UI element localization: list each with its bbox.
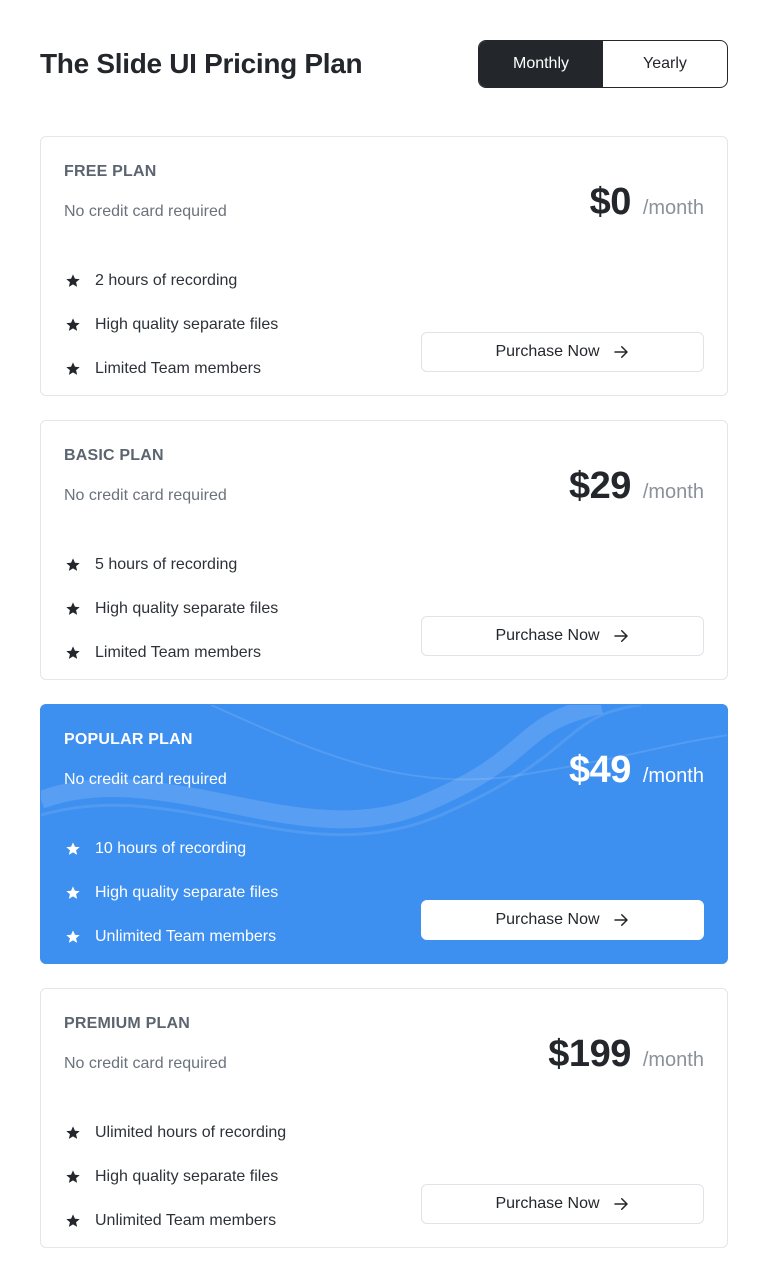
plan-name: FREE PLAN (64, 163, 157, 180)
plan-period: /month (642, 197, 704, 219)
feature-text: 10 hours of recording (95, 840, 247, 857)
star-icon (65, 1212, 83, 1230)
purchase-now-button[interactable]: Purchase Now (421, 1184, 704, 1224)
feature-text: Ulimited hours of recording (95, 1124, 287, 1141)
plan-name: POPULAR PLAN (64, 731, 193, 748)
feature-item: 5 hours of recording (65, 543, 278, 587)
star-icon (65, 884, 83, 902)
feature-item: Limited Team members (65, 631, 278, 675)
plan-price: $199 (548, 1033, 631, 1075)
feature-item: 2 hours of recording (65, 259, 278, 303)
feature-list: Ulimited hours of recording High quality… (65, 1111, 286, 1243)
feature-item: Limited Team members (65, 347, 278, 391)
feature-text: 2 hours of recording (95, 272, 238, 289)
feature-item: High quality separate files (65, 1155, 286, 1199)
feature-text: High quality separate files (95, 600, 279, 617)
plan-card-basic: BASIC PLAN No credit card required $29 /… (40, 420, 728, 680)
purchase-now-button[interactable]: Purchase Now (421, 616, 704, 656)
plan-subtitle: No credit card required (64, 487, 227, 504)
plan-card-free: FREE PLAN No credit card required $0 /mo… (40, 136, 728, 396)
feature-item: High quality separate files (65, 871, 278, 915)
plan-subtitle: No credit card required (64, 1055, 227, 1072)
plan-subtitle: No credit card required (64, 771, 227, 788)
star-icon (65, 644, 83, 662)
feature-item: High quality separate files (65, 587, 278, 631)
feature-text: High quality separate files (95, 1168, 279, 1185)
plan-period: /month (642, 481, 704, 503)
star-icon (65, 556, 83, 574)
price-block: $29 /month (569, 465, 704, 508)
feature-text: Unlimited Team members (95, 928, 277, 945)
feature-item: Ulimited hours of recording (65, 1111, 286, 1155)
price-block: $49 /month (569, 749, 704, 792)
plan-price: $0 (589, 181, 632, 223)
purchase-now-button[interactable]: Purchase Now (421, 332, 704, 372)
feature-text: Unlimited Team members (95, 1212, 277, 1229)
star-icon (65, 1168, 83, 1186)
plan-period: /month (642, 765, 704, 787)
arrow-right-icon (612, 343, 630, 361)
star-icon (65, 840, 83, 858)
purchase-button-label: Purchase Now (495, 1195, 600, 1212)
plan-price: $29 (568, 465, 631, 507)
star-icon (65, 316, 83, 334)
feature-item: High quality separate files (65, 303, 278, 347)
feature-list: 5 hours of recording High quality separa… (65, 543, 278, 675)
plan-price: $49 (568, 749, 631, 791)
feature-item: Unlimited Team members (65, 915, 278, 959)
plan-period: /month (642, 1049, 704, 1071)
feature-text: Limited Team members (95, 360, 261, 377)
monthly-toggle-button[interactable]: Monthly (479, 41, 603, 87)
plan-card-premium: PREMIUM PLAN No credit card required $19… (40, 988, 728, 1248)
billing-period-toggle: Monthly Yearly (478, 40, 728, 88)
plan-card-popular: POPULAR PLAN No credit card required $49… (40, 704, 728, 964)
star-icon (65, 600, 83, 618)
star-icon (65, 1124, 83, 1142)
feature-text: High quality separate files (95, 884, 279, 901)
arrow-right-icon (612, 911, 630, 929)
feature-text: 5 hours of recording (95, 556, 238, 573)
feature-text: High quality separate files (95, 316, 279, 333)
feature-item: 10 hours of recording (65, 827, 278, 871)
star-icon (65, 928, 83, 946)
plan-subtitle: No credit card required (64, 203, 227, 220)
purchase-button-label: Purchase Now (495, 911, 600, 928)
arrow-right-icon (612, 1195, 630, 1213)
price-block: $0 /month (590, 181, 704, 224)
plan-name: BASIC PLAN (64, 447, 164, 464)
pricing-header: The Slide UI Pricing Plan Monthly Yearly (40, 40, 728, 88)
page-title: The Slide UI Pricing Plan (40, 48, 363, 79)
arrow-right-icon (612, 627, 630, 645)
feature-list: 2 hours of recording High quality separa… (65, 259, 278, 391)
feature-list: 10 hours of recording High quality separ… (65, 827, 278, 959)
star-icon (65, 272, 83, 290)
plan-name: PREMIUM PLAN (64, 1015, 190, 1032)
purchase-button-label: Purchase Now (495, 343, 600, 360)
purchase-button-label: Purchase Now (495, 627, 600, 644)
price-block: $199 /month (548, 1033, 704, 1076)
purchase-now-button[interactable]: Purchase Now (421, 900, 704, 940)
yearly-toggle-button[interactable]: Yearly (603, 41, 727, 87)
pricing-page: The Slide UI Pricing Plan Monthly Yearly… (0, 0, 768, 1288)
feature-text: Limited Team members (95, 644, 261, 661)
star-icon (65, 360, 83, 378)
feature-item: Unlimited Team members (65, 1199, 286, 1243)
